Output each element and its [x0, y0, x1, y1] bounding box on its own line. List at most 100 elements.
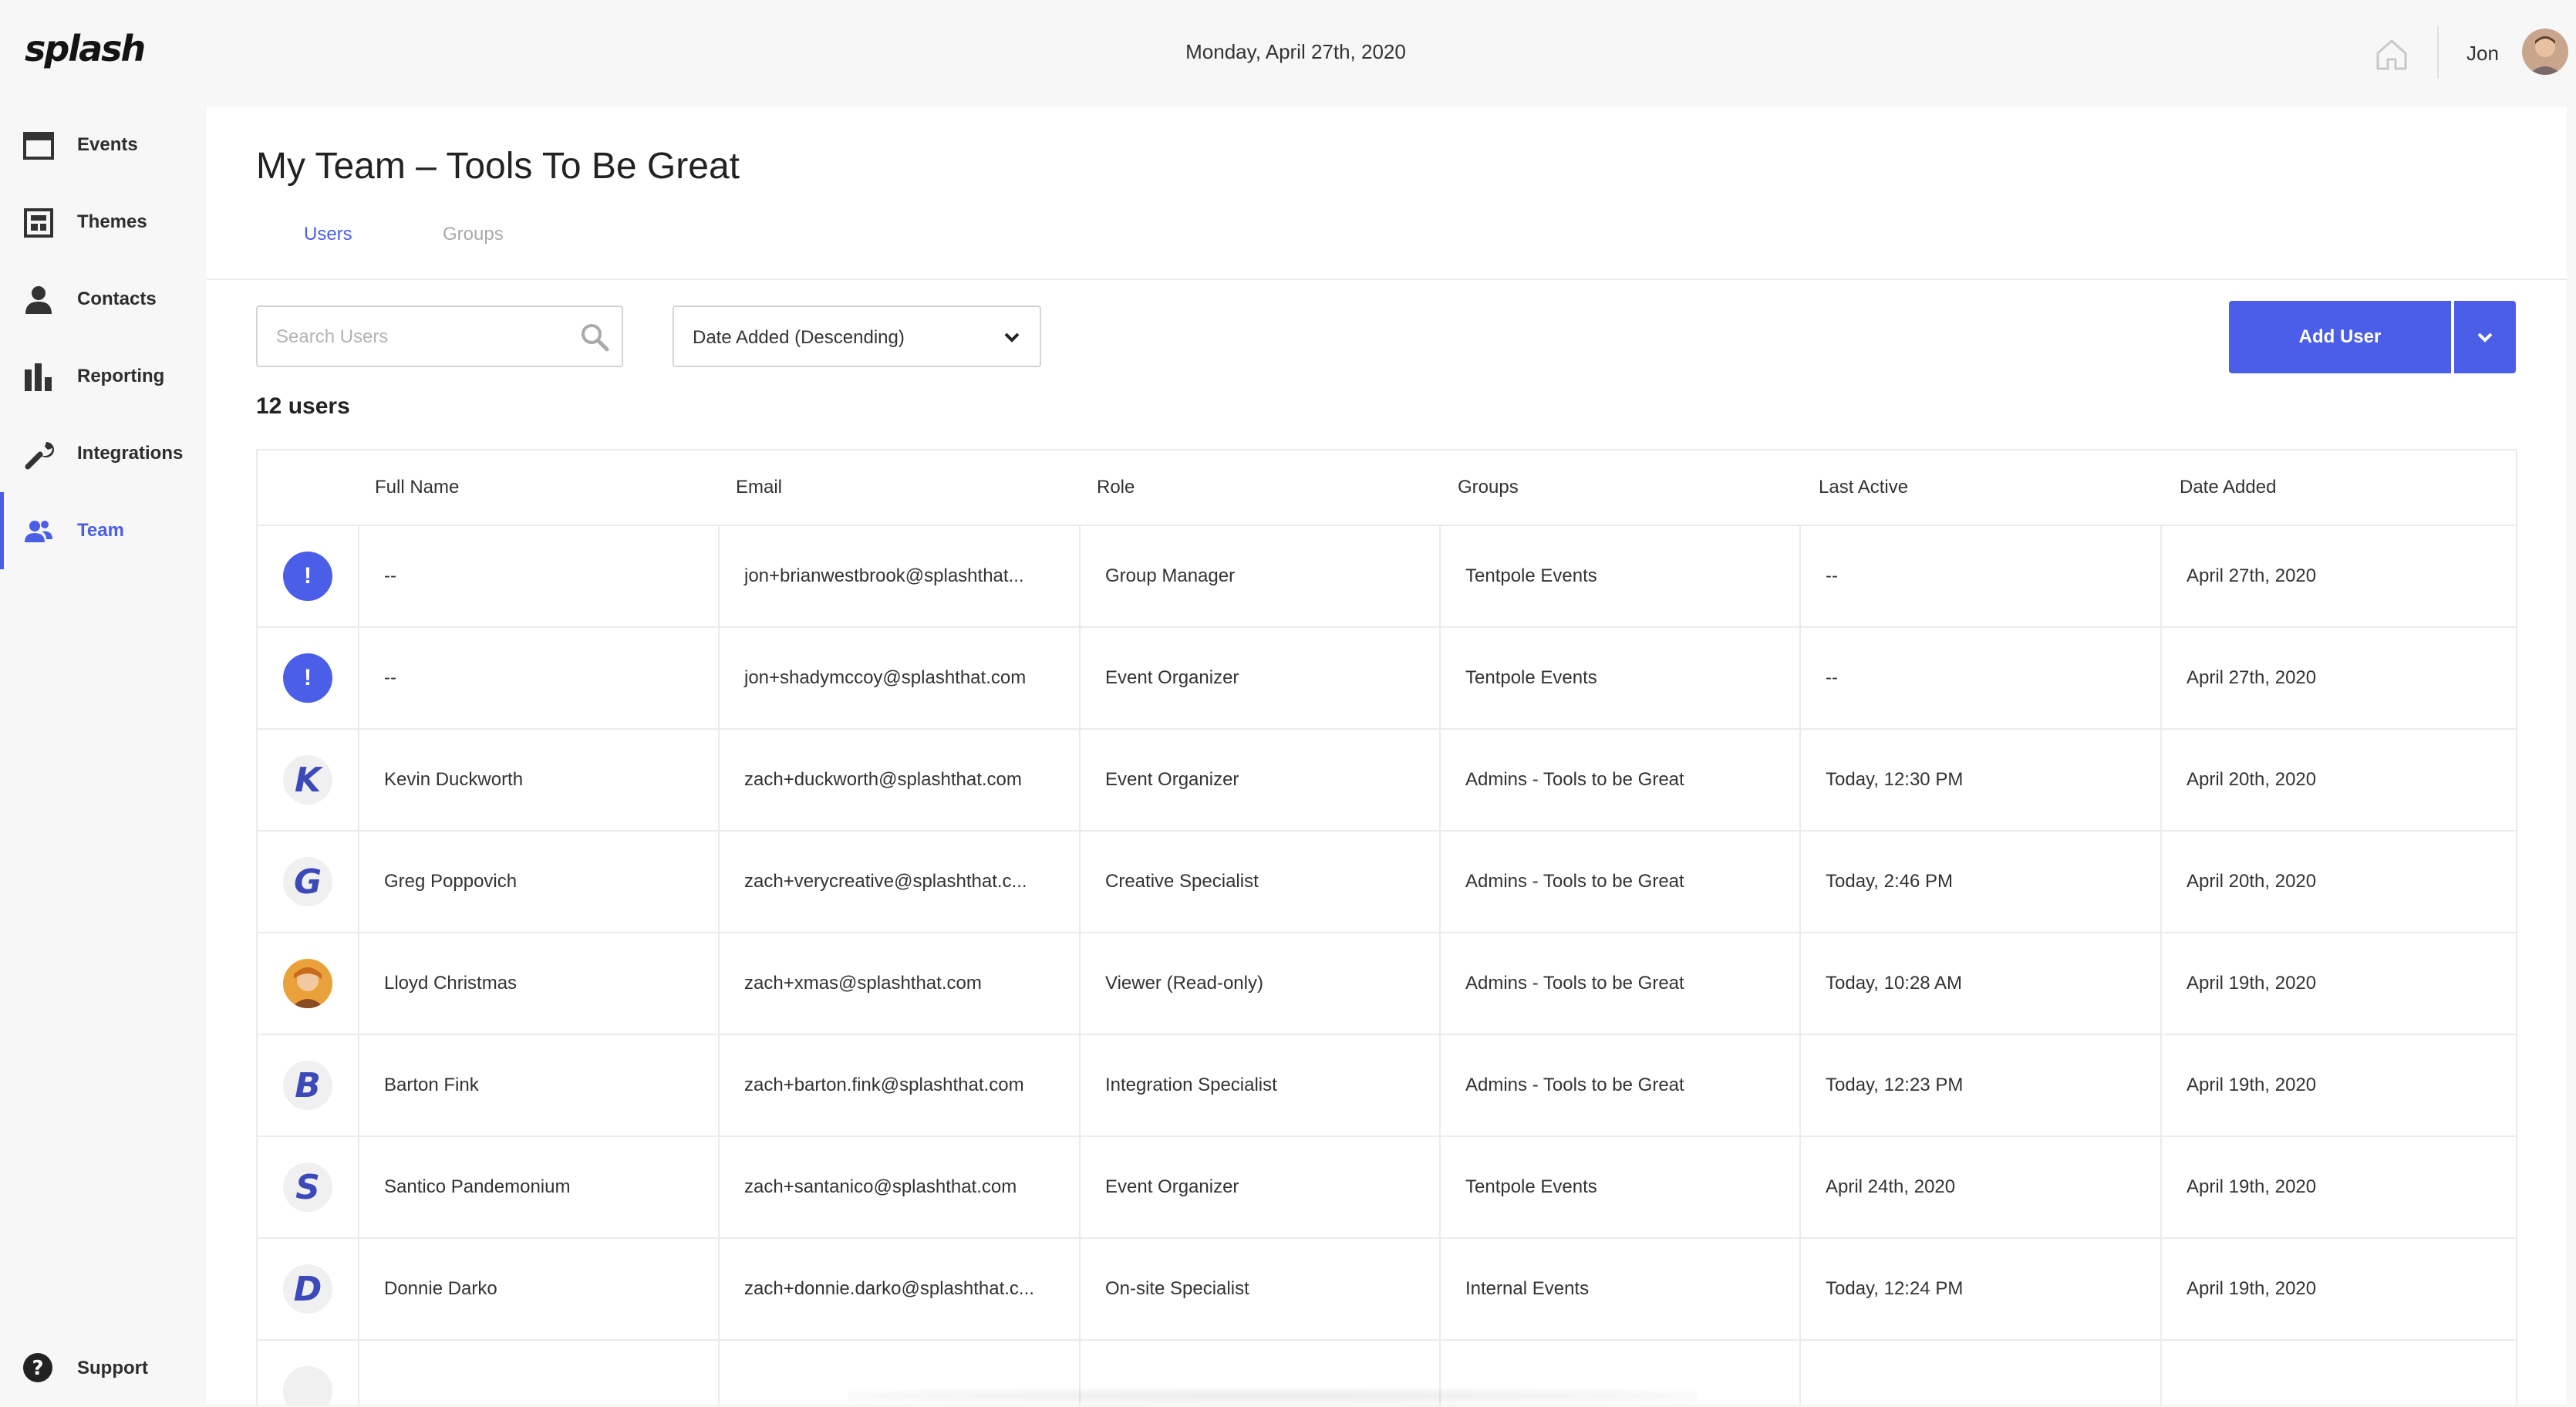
table-row[interactable]: S Santico Pandemonium zach+santanico@splas…	[258, 1135, 2516, 1237]
groups-cell-text: Tentpole Events	[1465, 565, 1597, 586]
user-letter-avatar: D	[283, 1264, 332, 1314]
bar-chart-icon	[25, 363, 52, 391]
chevron-down-icon	[2477, 332, 2493, 342]
user-letter-avatar: K	[283, 755, 332, 805]
full-name-cell: --	[359, 526, 720, 626]
last-active-cell-text: Today, 12:24 PM	[1826, 1278, 1964, 1299]
sidebar-item-events[interactable]: Events	[0, 106, 205, 184]
table-row[interactable]: B Barton Fink zach+barton.fink@splashthat.…	[258, 1034, 2516, 1135]
full-name-cell: Kevin Duckworth	[359, 730, 720, 830]
date-added-cell: April 20th, 2020	[2162, 730, 2516, 830]
tab-users[interactable]: Users	[304, 224, 352, 245]
alert-icon: !	[283, 552, 332, 601]
full-name-cell-text: Greg Poppovich	[384, 871, 518, 892]
sidebar-item-label: Themes	[77, 211, 147, 232]
user-avatar[interactable]	[2522, 29, 2568, 75]
date-added-cell-text: April 20th, 2020	[2187, 871, 2317, 892]
full-name-cell: Greg Poppovich	[359, 832, 720, 932]
team-icon	[25, 521, 52, 542]
sidebar: Events Themes Contacts Reporting Integra…	[0, 106, 205, 1404]
table-row[interactable]: ! -- jon+shadymccoy@splashthat.com Event Or…	[258, 626, 2516, 728]
column-header[interactable]: Email	[736, 477, 782, 498]
last-active-cell: Today, 10:28 AM	[1801, 933, 2162, 1034]
layout-icon	[24, 208, 53, 238]
search-input[interactable]	[275, 321, 571, 353]
search-box[interactable]	[256, 305, 623, 367]
sidebar-item-reporting[interactable]: Reporting	[0, 338, 205, 415]
sidebar-item-team[interactable]: Team	[0, 492, 205, 569]
groups-cell: Admins - Tools to be Great	[1441, 832, 1801, 932]
avatar-cell: B	[258, 1035, 359, 1135]
sidebar-item-label: Reporting	[77, 366, 165, 386]
table-row[interactable]: G Greg Poppovich zach+verycreative@splasht…	[258, 830, 2516, 932]
date-added-cell: April 19th, 2020	[2162, 1035, 2516, 1135]
groups-cell: Tentpole Events	[1441, 628, 1801, 728]
role-cell: Event Organizer	[1081, 730, 1441, 830]
tabs-divider	[207, 278, 2567, 280]
full-name-cell-text: Santico Pandemonium	[384, 1176, 571, 1197]
role-cell: Event Organizer	[1081, 1137, 1441, 1237]
email-cell: zach+barton.fink@splashthat.com	[720, 1035, 1081, 1135]
add-user-dropdown-button[interactable]	[2454, 301, 2516, 373]
sort-select[interactable]: Date Added (Descending)	[673, 305, 1041, 367]
groups-cell-text: Admins - Tools to be Great	[1465, 871, 1684, 892]
groups-cell-text: Admins - Tools to be Great	[1465, 1075, 1684, 1095]
groups-cell-text: Internal Events	[1465, 1278, 1590, 1299]
role-cell: On-site Specialist	[1081, 1239, 1441, 1339]
last-active-cell: Today, 12:23 PM	[1801, 1035, 2162, 1135]
sidebar-item-contacts[interactable]: Contacts	[0, 261, 205, 338]
role-cell-text: Event Organizer	[1105, 769, 1239, 790]
groups-cell-text: Tentpole Events	[1465, 1176, 1597, 1197]
table-row[interactable]: Lloyd Christmas zach+xmas@splashthat.com V…	[258, 932, 2516, 1034]
search-icon[interactable]	[580, 322, 609, 352]
last-active-cell-text: Today, 2:46 PM	[1826, 871, 1953, 892]
table-row[interactable]: ! -- jon+brianwestbrook@splashthat... Group…	[258, 525, 2516, 626]
table-row[interactable]: D Donnie Darko zach+donnie.darko@splashtha…	[258, 1237, 2516, 1339]
sidebar-item-label: Contacts	[77, 288, 157, 309]
sidebar-item-integrations[interactable]: Integrations	[0, 415, 205, 492]
full-name-cell-text: Barton Fink	[384, 1075, 479, 1095]
full-name-cell-text: --	[384, 667, 396, 688]
full-name-cell: --	[359, 628, 720, 728]
role-cell-text: Creative Specialist	[1105, 871, 1259, 892]
full-name-cell	[359, 1341, 720, 1405]
wrench-icon	[25, 442, 54, 470]
last-active-cell: --	[1801, 526, 2162, 626]
email-cell-text: zach+santanico@splashthat.com	[744, 1176, 1017, 1197]
column-header[interactable]: Groups	[1458, 477, 1519, 498]
last-active-cell-text: Today, 12:23 PM	[1826, 1075, 1964, 1095]
tab-groups[interactable]: Groups	[443, 224, 504, 245]
date-added-cell-text: April 27th, 2020	[2187, 565, 2317, 586]
avatar-cell: D	[258, 1239, 359, 1339]
main-panel: My Team – Tools To Be Great Users Groups…	[207, 106, 2567, 1405]
last-active-cell: --	[1801, 628, 2162, 728]
column-header[interactable]: Role	[1097, 477, 1135, 498]
full-name-cell: Barton Fink	[359, 1035, 720, 1135]
email-cell-text: zach+xmas@splashthat.com	[744, 973, 982, 994]
add-user-button[interactable]: Add User	[2229, 301, 2451, 373]
table-row[interactable]: K Kevin Duckworth zach+duckworth@splashtha…	[258, 728, 2516, 830]
sidebar-item-themes[interactable]: Themes	[0, 184, 205, 261]
email-cell-text: zach+duckworth@splashthat.com	[744, 769, 1022, 790]
role-cell: Integration Specialist	[1081, 1035, 1441, 1135]
date-added-cell: April 19th, 2020	[2162, 1137, 2516, 1237]
home-icon[interactable]	[2374, 36, 2409, 72]
groups-cell-text: Admins - Tools to be Great	[1465, 973, 1684, 994]
groups-cell: Admins - Tools to be Great	[1441, 730, 1801, 830]
role-cell-text: Event Organizer	[1105, 1176, 1239, 1197]
user-letter-avatar: G	[283, 857, 332, 906]
avatar-cell: !	[258, 526, 359, 626]
email-cell: zach+xmas@splashthat.com	[720, 933, 1081, 1034]
date-added-cell-text: April 19th, 2020	[2187, 1075, 2317, 1095]
column-header[interactable]: Date Added	[2180, 477, 2276, 498]
groups-cell: Tentpole Events	[1441, 1137, 1801, 1237]
user-letter-avatar	[283, 1366, 332, 1405]
last-active-cell: April 24th, 2020	[1801, 1137, 2162, 1237]
sidebar-item-support[interactable]: ? Support	[0, 1330, 205, 1407]
column-header[interactable]: Full Name	[375, 477, 459, 498]
date-added-cell-text: April 19th, 2020	[2187, 1278, 2317, 1299]
full-name-cell: Lloyd Christmas	[359, 933, 720, 1034]
user-name[interactable]: Jon	[2466, 42, 2499, 66]
avatar-cell	[258, 1341, 359, 1405]
column-header[interactable]: Last Active	[1819, 477, 1908, 498]
